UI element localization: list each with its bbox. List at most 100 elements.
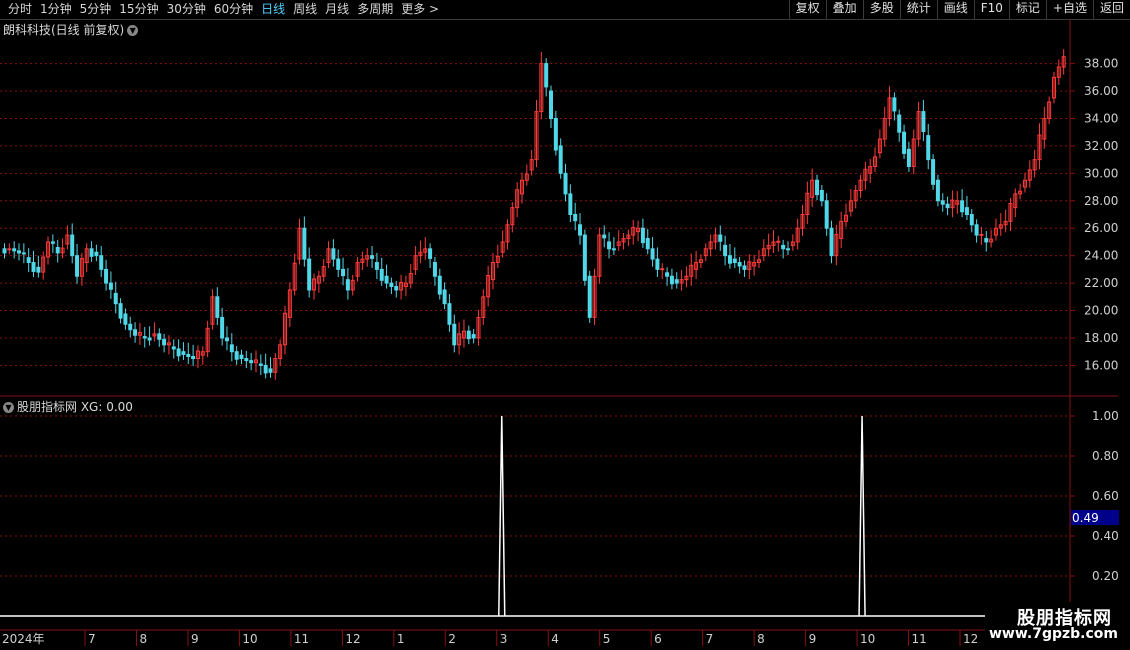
month-label: 9 [809,632,817,646]
candle-body [829,227,834,257]
month-label: 5 [603,632,611,646]
candle-body [239,354,244,360]
price-tick-label: 24.00 [1084,249,1118,263]
candle-body [258,363,263,366]
candle-body [645,238,650,250]
candle-body [104,268,109,284]
signal-spike [498,415,506,617]
month-label: 8 [139,632,147,646]
month-label: 12 [963,632,978,646]
candle-body [785,248,790,251]
candle-body [650,248,655,260]
candle-body [215,296,220,318]
candle-body [819,189,824,202]
candle-body [234,351,239,360]
candle-body [447,303,452,325]
candle-body [964,207,969,215]
candle-body [181,351,186,355]
candle-body [21,252,26,255]
price-tick-label: 36.00 [1084,84,1118,98]
month-label: 9 [191,632,199,646]
candle-body [89,248,94,257]
candle-body [931,159,936,185]
month-label: 7 [706,632,714,646]
candle-body [892,97,897,112]
month-label: 10 [242,632,257,646]
candle-body [897,114,902,133]
candle-body [926,135,931,161]
candle-body [94,251,99,257]
month-label: 6 [654,632,662,646]
indicator-tick-label: 0.80 [1092,449,1119,463]
candle-body [123,313,128,325]
candle-body [452,323,457,346]
candle-body [55,246,60,254]
month-label: 12 [345,632,360,646]
candle-body [587,275,592,318]
candle-body [133,329,138,336]
month-label: 1 [397,632,405,646]
candle-body [969,214,974,226]
candle-body [732,258,737,264]
candle-body [549,90,554,119]
price-tick-label: 22.00 [1084,276,1118,290]
candle-body [331,248,336,260]
price-tick-label: 26.00 [1084,221,1118,235]
chevron-down-icon[interactable]: ▼ [3,402,14,413]
candle-body [176,348,181,357]
candle-body [660,268,665,271]
candle-body [108,282,113,290]
candle-body [341,268,346,277]
candle-body [70,234,75,257]
candle-body [229,344,234,353]
time-year-label: 2024年 [2,632,45,646]
candle-body [723,244,728,257]
indicator-title[interactable]: ▼ 股朋指标网 XG: 0.00 [3,398,133,415]
candle-body [906,148,911,167]
month-label: 11 [912,632,927,646]
month-label: 3 [500,632,508,646]
candle-body [263,364,268,374]
candle-body [737,262,742,267]
candle-body [776,240,781,243]
price-tick-label: 34.00 [1084,111,1118,125]
candle-body [2,248,7,254]
candle-body [602,234,607,239]
signal-spike [858,415,866,617]
candle-body [742,265,747,270]
price-tick-label: 16.00 [1084,358,1118,372]
candle-body [781,244,786,250]
candle-body [99,255,104,270]
candle-body [655,258,660,270]
watermark-url: www.7gpzb.com [989,626,1119,642]
candle-body [815,179,820,196]
candle-body [302,227,307,260]
candle-body [336,258,341,270]
candle-body [674,279,679,284]
candle-body [437,275,442,295]
candle-body [162,338,167,346]
candle-body [268,368,273,373]
candle-body [307,258,312,291]
candle-body [220,316,225,339]
price-tick-label: 28.00 [1084,194,1118,208]
candle-body [442,289,447,305]
candle-body [727,255,732,264]
month-label: 7 [88,632,96,646]
price-tick-label: 18.00 [1084,331,1118,345]
candle-body [935,179,940,202]
candle-body [31,262,36,272]
candle-body [12,248,17,252]
candle-body [26,257,31,264]
candle-body [824,200,829,229]
candle-body [36,266,41,273]
candle-body [582,234,587,281]
candle-body [544,63,549,88]
candle-body [244,358,249,362]
indicator-tick-label: 0.60 [1092,489,1119,503]
month-label: 10 [860,632,875,646]
candle-body [191,356,196,360]
kline-chart[interactable]: 16.00 18.00 20.00 22.00 24.00 26.00 28.00 30.00… [0,0,1130,650]
candle-body [573,214,578,222]
candle-body [249,360,254,364]
